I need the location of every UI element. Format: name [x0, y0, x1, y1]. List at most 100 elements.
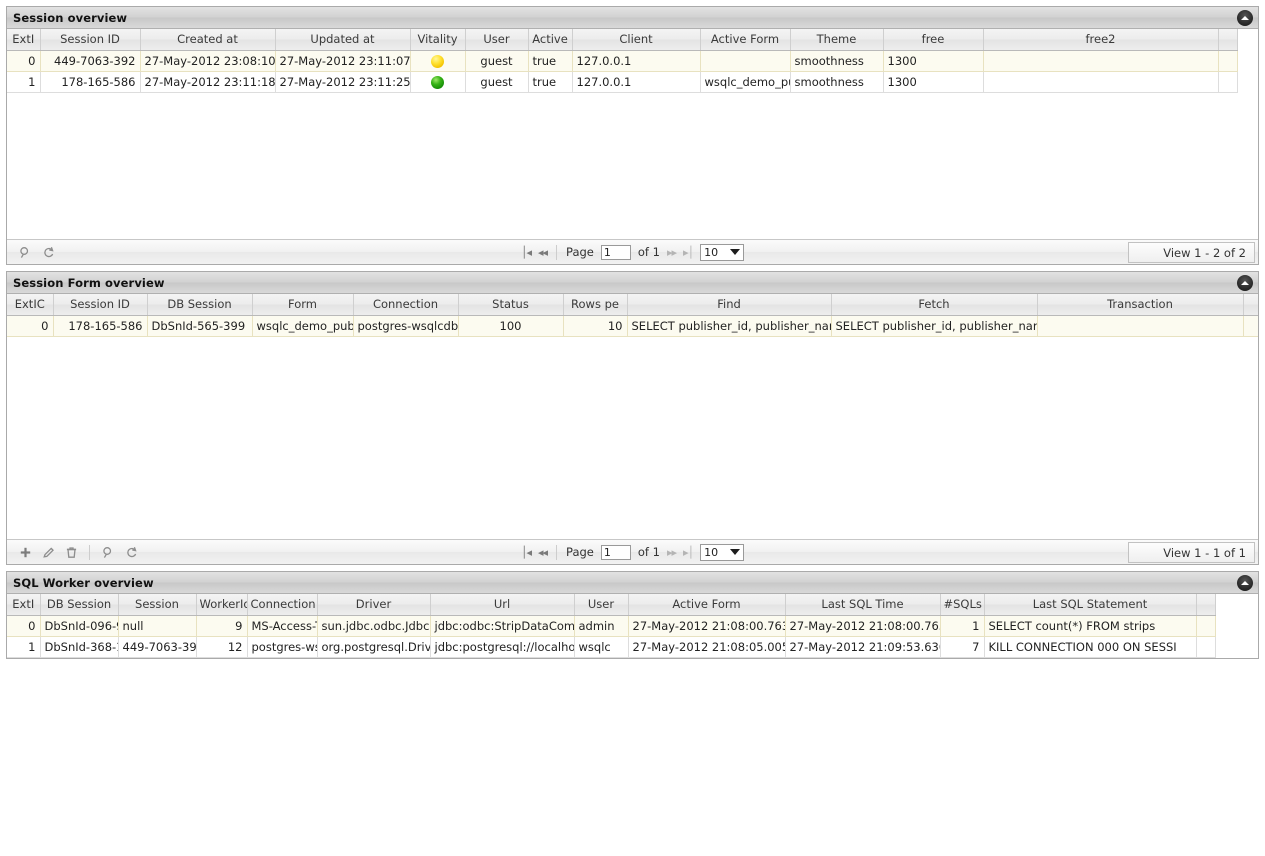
- table-row[interactable]: 1DbSnId-368-1449-7063-39212postgres-wsql…: [7, 636, 1215, 657]
- column-header[interactable]: Connection: [247, 594, 317, 615]
- column-header[interactable]: ExtI: [7, 594, 40, 615]
- grid-session-overview: ExtISession IDCreated atUpdated atVitali…: [7, 29, 1258, 239]
- prev-page-button[interactable]: ◂◂: [538, 246, 547, 259]
- table-cell: 127.0.0.1: [572, 50, 700, 71]
- column-header[interactable]: Last SQL Statement: [984, 594, 1196, 615]
- first-page-button[interactable]: │◂: [521, 246, 531, 259]
- column-header[interactable]: WorkerId: [196, 594, 247, 615]
- rows-per-page-select[interactable]: 10: [700, 244, 744, 261]
- column-header[interactable]: Find: [627, 294, 831, 315]
- table-cell: KILL CONNECTION 000 ON SESSI: [984, 636, 1196, 657]
- column-header[interactable]: [1218, 29, 1237, 50]
- table-cell: [1218, 50, 1237, 71]
- search-button[interactable]: [101, 545, 115, 559]
- first-page-button[interactable]: │◂: [521, 546, 531, 559]
- page-number-input[interactable]: [601, 245, 631, 260]
- rows-per-page-select[interactable]: 10: [700, 544, 744, 561]
- column-header[interactable]: Status: [458, 294, 563, 315]
- table-cell: 1: [7, 71, 40, 92]
- table-cell: smoothness: [790, 71, 883, 92]
- panel-session-overview: Session overviewExtISession IDCreated at…: [6, 6, 1259, 265]
- column-header[interactable]: Active Form: [700, 29, 790, 50]
- table-cell: SELECT count(*) FROM strips: [984, 615, 1196, 636]
- table-cell: 127.0.0.1: [572, 71, 700, 92]
- edit-button[interactable]: [41, 545, 55, 559]
- column-header[interactable]: Session: [118, 594, 196, 615]
- column-header[interactable]: User: [574, 594, 628, 615]
- column-header[interactable]: ExtI: [7, 29, 40, 50]
- column-header[interactable]: Updated at: [275, 29, 410, 50]
- table-cell: wsqlc_demo_pu: [700, 71, 790, 92]
- table-cell: DbSnId-368-1: [40, 636, 118, 657]
- column-header[interactable]: Created at: [140, 29, 275, 50]
- column-header[interactable]: User: [465, 29, 528, 50]
- column-header[interactable]: DB Session: [147, 294, 252, 315]
- column-header[interactable]: [1243, 294, 1258, 315]
- table-cell: guest: [465, 50, 528, 71]
- column-header[interactable]: Session ID: [53, 294, 147, 315]
- rows-per-page-value: 10: [704, 546, 718, 559]
- page-number-input[interactable]: [601, 545, 631, 560]
- panel-session-form-overview: Session Form overviewExtICSession IDDB S…: [6, 271, 1259, 565]
- column-header[interactable]: DB Session: [40, 594, 118, 615]
- table-cell: 27-May-2012 21:08:00.763: [628, 615, 785, 636]
- refresh-button[interactable]: [124, 545, 138, 559]
- column-header[interactable]: Connection: [353, 294, 458, 315]
- last-page-button[interactable]: ▸│: [683, 546, 693, 559]
- table-cell: sun.jdbc.odbc.JdbcO: [317, 615, 430, 636]
- column-header[interactable]: Active: [528, 29, 572, 50]
- table-cell: postgres-wsql: [247, 636, 317, 657]
- table-row[interactable]: 0DbSnId-096-9null9MS-Access-Tesun.jdbc.o…: [7, 615, 1215, 636]
- column-header[interactable]: Active Form: [628, 594, 785, 615]
- column-header[interactable]: Fetch: [831, 294, 1037, 315]
- table-cell: [983, 71, 1218, 92]
- prev-page-button[interactable]: ◂◂: [538, 546, 547, 559]
- column-header[interactable]: Last SQL Time: [785, 594, 940, 615]
- table-cell: null: [118, 615, 196, 636]
- add-button[interactable]: [18, 545, 32, 559]
- table-row[interactable]: 0178-165-586DbSnId-565-399wsqlc_demo_pub…: [7, 315, 1258, 336]
- table-cell: 27-May-2012 21:08:00.765: [785, 615, 940, 636]
- search-button[interactable]: [18, 245, 32, 259]
- column-header[interactable]: ExtIC: [7, 294, 53, 315]
- chevron-up-collapse-button[interactable]: [1237, 10, 1253, 26]
- column-header[interactable]: Driver: [317, 594, 430, 615]
- panel-title-bar-session-overview: Session overview: [7, 7, 1258, 29]
- column-header[interactable]: Transaction: [1037, 294, 1243, 315]
- column-header[interactable]: [1196, 594, 1215, 615]
- column-header[interactable]: #SQLs: [940, 594, 984, 615]
- column-header[interactable]: free: [883, 29, 983, 50]
- table-cell: 100: [458, 315, 563, 336]
- column-header[interactable]: Theme: [790, 29, 883, 50]
- table-cell: [1196, 615, 1215, 636]
- column-header[interactable]: Vitality: [410, 29, 465, 50]
- next-page-button[interactable]: ▸▸: [667, 246, 676, 259]
- table-row[interactable]: 2DbSnId-568-1449-7063-39213postgres-wsql…: [7, 657, 1215, 658]
- column-header[interactable]: Session ID: [40, 29, 140, 50]
- chevron-up-collapse-button[interactable]: [1237, 275, 1253, 291]
- panel-title-bar-session-form-overview: Session Form overview: [7, 272, 1258, 294]
- column-header[interactable]: Form: [252, 294, 353, 315]
- column-header[interactable]: free2: [983, 29, 1218, 50]
- table-cell: 27-May-2012 21:08:05.005: [628, 636, 785, 657]
- table-cell: 1300: [883, 71, 983, 92]
- chevron-up-collapse-button[interactable]: [1237, 575, 1253, 591]
- grid-session-form-overview: ExtICSession IDDB SessionFormConnectionS…: [7, 294, 1258, 539]
- table-cell: 449-7063-392: [40, 50, 140, 71]
- pager-toolbar: [7, 545, 138, 560]
- column-header[interactable]: Rows pe: [563, 294, 627, 315]
- delete-button[interactable]: [64, 545, 78, 559]
- table-row[interactable]: 1178-165-58627-May-2012 23:11:18.27-May-…: [7, 71, 1237, 92]
- refresh-button[interactable]: [41, 245, 55, 259]
- table-header-row: ExtISession IDCreated atUpdated atVitali…: [7, 29, 1237, 50]
- rows-per-page-value: 10: [704, 246, 718, 259]
- column-header[interactable]: Client: [572, 29, 700, 50]
- last-page-button[interactable]: ▸│: [683, 246, 693, 259]
- pager-view-info: View 1 - 1 of 1: [1128, 542, 1258, 563]
- column-header[interactable]: Url: [430, 594, 574, 615]
- table-cell: wsqlc_demo_publ: [252, 315, 353, 336]
- next-page-button[interactable]: ▸▸: [667, 546, 676, 559]
- table-cell: SELECT publisher_id, publisher_nar: [627, 315, 831, 336]
- table-cell: 0: [7, 315, 53, 336]
- table-row[interactable]: 0449-7063-39227-May-2012 23:08:10.27-May…: [7, 50, 1237, 71]
